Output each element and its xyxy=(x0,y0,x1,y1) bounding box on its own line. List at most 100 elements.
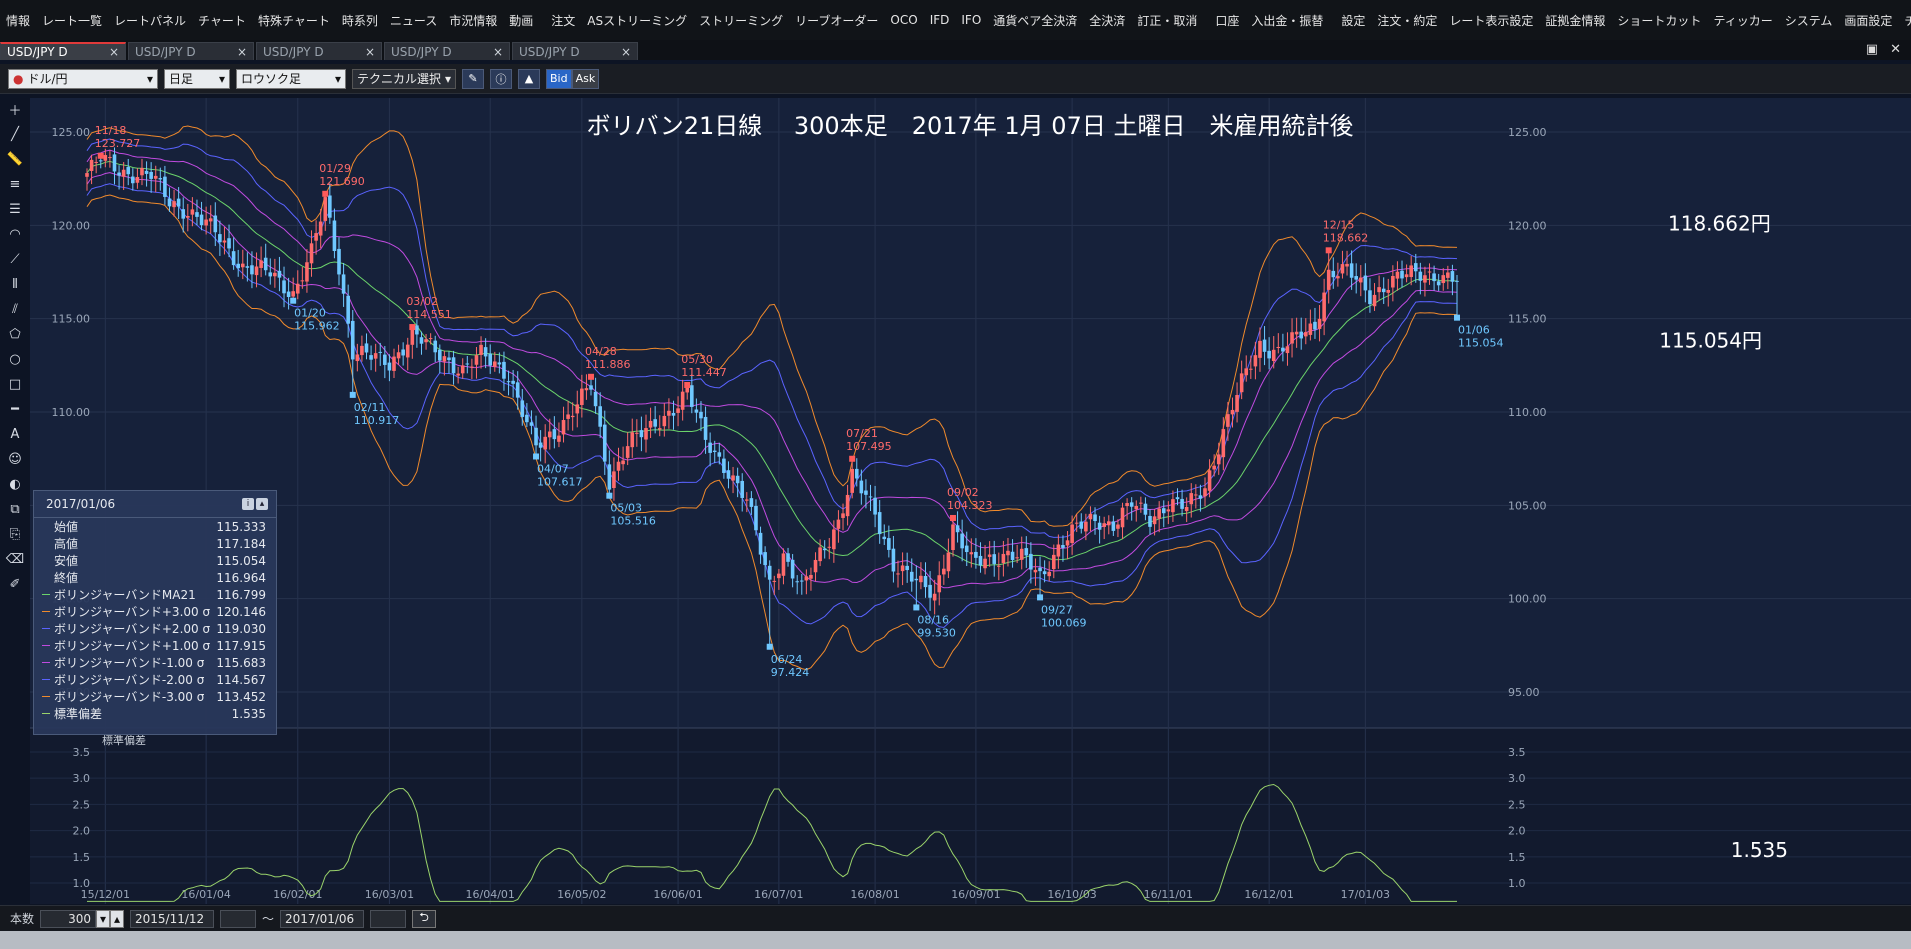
menu-item[interactable]: リーブオーダー xyxy=(789,12,884,29)
pentagon-icon[interactable]: ⬠ xyxy=(4,323,26,345)
count-dropdown[interactable]: ▾ xyxy=(96,909,111,928)
candle-body xyxy=(836,519,841,529)
candle-body xyxy=(199,214,204,226)
series-swatch xyxy=(42,543,50,544)
menu-item[interactable]: ショートカット xyxy=(1611,12,1707,29)
maximize-icon[interactable]: ▣ xyxy=(1866,42,1878,57)
menu-item[interactable]: 設定 xyxy=(1335,12,1371,29)
tab-chart[interactable]: USD/JPY D × xyxy=(0,42,126,60)
currency-pair-select[interactable]: ● ドル/円 ▾ xyxy=(8,68,158,89)
period-select[interactable]: 日足 ▾ xyxy=(164,68,230,89)
tab-chart[interactable]: USD/JPY D × xyxy=(512,42,638,60)
menu-item[interactable]: 動画 xyxy=(503,12,539,29)
menu-item[interactable]: 通貨ペア全決済 xyxy=(987,12,1083,29)
candle-body xyxy=(1010,551,1015,560)
chart-area[interactable]: 11/18123.727 01/29121.690 03/02114.551 04/2… xyxy=(30,98,1911,904)
close-icon[interactable]: × xyxy=(237,45,247,59)
paste-icon[interactable]: ⎘ xyxy=(4,523,26,545)
candle-body xyxy=(1322,292,1326,322)
close-window-icon[interactable]: ✕ xyxy=(1890,42,1901,57)
crosshair-icon[interactable]: ＋ xyxy=(4,98,26,120)
chevron-up-icon: ▴ xyxy=(114,911,121,926)
candle-body xyxy=(85,173,89,177)
candle-body xyxy=(428,338,433,340)
menu-item[interactable]: ティッカー xyxy=(1707,12,1778,29)
menu-item[interactable]: 特殊チャート xyxy=(252,12,336,29)
date-tick-label: 17/01/03 xyxy=(1341,888,1390,901)
menu-item[interactable]: ASストリーミング xyxy=(581,12,693,29)
chart-type-select[interactable]: ロウソク足 ▾ xyxy=(236,68,346,89)
count-up[interactable]: ▴ xyxy=(110,909,125,928)
close-icon[interactable]: × xyxy=(365,45,375,59)
count-input[interactable]: 300 xyxy=(40,909,97,928)
fan-icon[interactable]: ◠ xyxy=(4,223,26,245)
rectangle-icon[interactable]: □ xyxy=(4,373,26,395)
hlines-icon[interactable]: ≡ xyxy=(4,173,26,195)
menu-item[interactable]: 訂正・取消 xyxy=(1131,12,1203,29)
close-icon[interactable]: × xyxy=(109,45,119,59)
menu-item[interactable]: チャート xyxy=(1898,12,1911,29)
from-time-input[interactable] xyxy=(220,909,257,928)
copy-icon[interactable]: ⧉ xyxy=(4,498,26,520)
line-icon[interactable]: ━ xyxy=(4,398,26,420)
bid-button[interactable]: Bid xyxy=(546,68,572,89)
tab-chart[interactable]: USD/JPY D × xyxy=(384,42,510,60)
menu-item[interactable]: 情報 xyxy=(0,12,36,29)
smiley-icon[interactable]: ☺ xyxy=(4,448,26,470)
ruler-icon[interactable]: 📏 xyxy=(4,148,26,170)
magnet-icon[interactable]: ◐ xyxy=(4,473,26,495)
gann-icon[interactable]: ⟋ xyxy=(4,248,26,270)
tab-label: USD/JPY D xyxy=(263,44,324,59)
menu-item[interactable]: 証拠金情報 xyxy=(1539,12,1611,29)
pitchfork-icon[interactable]: ⫽ xyxy=(4,298,26,320)
erase-all-icon[interactable]: ✐ xyxy=(4,573,26,595)
menu-item[interactable]: レート一覧 xyxy=(36,12,108,29)
menu-item[interactable]: 入出金・振替 xyxy=(1245,12,1329,29)
menu-item[interactable]: OCO xyxy=(884,13,923,27)
menu-item[interactable]: 注文・約定 xyxy=(1371,12,1443,29)
circle-icon[interactable]: ○ xyxy=(4,348,26,370)
menu-item[interactable]: 口座 xyxy=(1209,12,1245,29)
stddev-tick-label-right: 2.5 xyxy=(1508,798,1526,811)
channel-icon[interactable]: ☰ xyxy=(4,198,26,220)
menu-item[interactable]: 画面設定 xyxy=(1838,12,1898,29)
menu-item[interactable]: 注文 xyxy=(545,12,581,29)
menu-item[interactable]: レート表示設定 xyxy=(1443,12,1539,29)
eraser-icon[interactable]: ⌫ xyxy=(4,548,26,570)
info-button[interactable]: ⓘ xyxy=(490,68,512,89)
tab-chart[interactable]: USD/JPY D × xyxy=(128,42,254,60)
menu-item[interactable]: 全決済 xyxy=(1083,12,1131,29)
candle-body xyxy=(259,260,263,268)
to-time-input[interactable] xyxy=(370,909,407,928)
technical-select[interactable]: テクニカル選択 ▾ xyxy=(352,68,456,89)
close-icon[interactable]: × xyxy=(493,45,503,59)
menu-item[interactable]: チャート xyxy=(192,12,252,29)
draw-pencil-button[interactable]: ✎ xyxy=(462,68,484,89)
row-label-text: 高値 xyxy=(54,537,79,551)
menu-item[interactable]: ニュース xyxy=(384,12,443,29)
from-date-input[interactable]: 2015/11/12 xyxy=(130,909,215,928)
candle-body xyxy=(612,471,616,489)
menu-item[interactable]: システム xyxy=(1779,12,1839,29)
area-view-button[interactable]: ▲ xyxy=(518,68,540,89)
menu-item[interactable]: IFO xyxy=(955,13,987,27)
info-icon[interactable]: i xyxy=(242,498,254,510)
data-window[interactable]: 2017/01/06 i ▴ 始値 115.333 高値 117.184 安値 115.0… xyxy=(33,490,277,735)
candle-body xyxy=(919,575,923,583)
text-icon[interactable]: A xyxy=(4,423,26,445)
menu-item[interactable]: 市況情報 xyxy=(443,12,503,29)
reset-button[interactable]: ⮌ xyxy=(412,909,437,928)
row-label: ボリンジャーバンド-2.00 σ xyxy=(42,671,204,688)
vlines-icon[interactable]: ⦀ xyxy=(4,273,26,295)
trendline-icon[interactable]: ╱ xyxy=(4,123,26,145)
tab-chart[interactable]: USD/JPY D × xyxy=(256,42,382,60)
to-date-input[interactable]: 2017/01/06 xyxy=(280,909,365,928)
menu-item[interactable]: IFD xyxy=(924,13,956,27)
menu-item[interactable]: ストリーミング xyxy=(693,12,789,29)
close-icon[interactable]: × xyxy=(621,45,631,59)
candle-body xyxy=(511,380,515,384)
menu-item[interactable]: 時系列 xyxy=(336,12,384,29)
ask-button[interactable]: Ask xyxy=(571,68,600,89)
menu-item[interactable]: レートパネル xyxy=(108,12,192,29)
collapse-icon[interactable]: ▴ xyxy=(256,498,268,510)
